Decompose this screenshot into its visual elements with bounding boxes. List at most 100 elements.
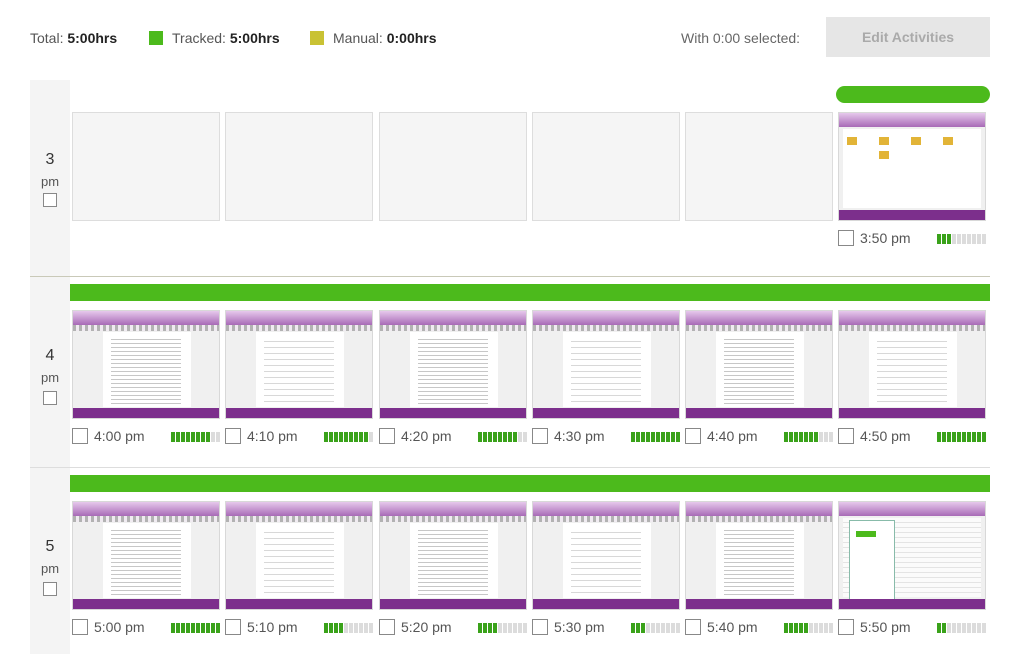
activity-meter-segment <box>498 623 502 633</box>
activity-meter-segment <box>369 432 373 442</box>
taskbar <box>380 408 526 418</box>
activity-meter-segment <box>977 234 981 244</box>
hour-select-checkbox[interactable] <box>43 582 57 596</box>
activity-meter-segment <box>518 623 522 633</box>
document-page <box>103 523 191 598</box>
activity-meter-segment <box>952 234 956 244</box>
screenshot-thumbnail[interactable] <box>532 310 680 419</box>
activity-meter-segment <box>503 432 507 442</box>
screenshot-thumbnail[interactable] <box>379 501 527 610</box>
folder-icon <box>879 137 889 145</box>
activity-meter-segment <box>829 432 833 442</box>
empty-slot <box>532 112 680 221</box>
hour-ampm: pm <box>40 561 60 576</box>
slot-select-checkbox[interactable] <box>225 619 241 635</box>
activity-meter-segment <box>937 623 941 633</box>
activity-meter-segment <box>508 432 512 442</box>
activity-meter-segment <box>369 623 373 633</box>
screenshot-thumbnail[interactable] <box>838 310 986 419</box>
activity-meter-segment <box>364 623 368 633</box>
screenshot-thumbnail[interactable] <box>685 501 833 610</box>
screenshot-thumbnail[interactable] <box>72 310 220 419</box>
slot-select-checkbox[interactable] <box>838 230 854 246</box>
slot-select-checkbox[interactable] <box>532 619 548 635</box>
selection-summary: With 0:00 selected: <box>681 30 801 46</box>
activity-meter-segment <box>824 623 828 633</box>
document-ribbon <box>380 325 526 331</box>
hour-ampm: pm <box>40 370 60 385</box>
hour-ampm: pm <box>40 174 60 189</box>
activity-meter <box>478 432 528 442</box>
window-titlebar <box>839 502 985 516</box>
screenshot-thumbnail[interactable] <box>685 310 833 419</box>
activity-meter-segment <box>201 623 205 633</box>
slot-select-checkbox[interactable] <box>225 428 241 444</box>
edit-activities-button[interactable]: Edit Activities <box>826 17 990 57</box>
document-ribbon <box>226 325 372 331</box>
activity-meter-segment <box>518 432 522 442</box>
document-ribbon <box>73 516 219 522</box>
activity-meter-segment <box>656 623 660 633</box>
slot-select-checkbox[interactable] <box>685 428 701 444</box>
activity-meter-segment <box>191 432 195 442</box>
hour-number: 5 <box>45 538 55 555</box>
slot-select-checkbox[interactable] <box>838 428 854 444</box>
activity-meter <box>631 623 681 633</box>
window-titlebar <box>380 311 526 325</box>
window-titlebar <box>686 311 832 325</box>
activity-meter-segment <box>947 623 951 633</box>
total-summary: Total: 5:00hrs <box>30 30 117 46</box>
activity-meter-segment <box>339 432 343 442</box>
activity-meter-segment <box>809 432 813 442</box>
activity-meter-segment <box>661 623 665 633</box>
activity-meter-segment <box>967 623 971 633</box>
taskbar <box>533 408 679 418</box>
slot-select-checkbox[interactable] <box>72 428 88 444</box>
activity-meter-segment <box>804 623 808 633</box>
activity-meter-segment <box>523 432 527 442</box>
folder-icon <box>879 151 889 159</box>
window-titlebar <box>839 311 985 325</box>
hour-select-checkbox[interactable] <box>43 391 57 405</box>
slot-select-checkbox[interactable] <box>838 619 854 635</box>
window-titlebar <box>226 311 372 325</box>
slot-time: 4:40 pm <box>707 428 758 444</box>
activity-meter-segment <box>957 432 961 442</box>
activity-meter-segment <box>176 432 180 442</box>
activity-meter-segment <box>631 432 635 442</box>
screenshot-thumbnail[interactable] <box>72 501 220 610</box>
activity-meter-segment <box>794 432 798 442</box>
slot-time: 3:50 pm <box>860 230 911 246</box>
screenshot-thumbnail[interactable] <box>225 310 373 419</box>
activity-meter-segment <box>641 623 645 633</box>
document-page <box>256 332 344 407</box>
screenshot-thumbnail[interactable] <box>838 112 986 221</box>
activity-meter-segment <box>508 623 512 633</box>
activity-meter-segment <box>819 432 823 442</box>
activity-meter-segment <box>646 623 650 633</box>
activity-meter-segment <box>329 432 333 442</box>
tracked-legend-swatch <box>149 31 163 45</box>
hour-label: 5 pm <box>30 468 70 654</box>
screenshot-thumbnail[interactable] <box>379 310 527 419</box>
activity-meter-segment <box>349 432 353 442</box>
slot-select-checkbox[interactable] <box>379 428 395 444</box>
activity-meter-segment <box>804 432 808 442</box>
taskbar <box>73 408 219 418</box>
taskbar <box>686 408 832 418</box>
slot-select-checkbox[interactable] <box>379 619 395 635</box>
time-summary-bar: Total: 5:00hrs Tracked: 5:00hrs Manual: … <box>0 0 1020 76</box>
screenshot-thumbnail[interactable] <box>838 501 986 610</box>
screenshot-thumbnail[interactable] <box>532 501 680 610</box>
screenshot-thumbnail[interactable] <box>225 501 373 610</box>
activity-meter-segment <box>656 432 660 442</box>
activity-meter-segment <box>171 623 175 633</box>
slot-select-checkbox[interactable] <box>72 619 88 635</box>
slot-select-checkbox[interactable] <box>685 619 701 635</box>
activity-meter-segment <box>493 623 497 633</box>
activity-meter-segment <box>196 623 200 633</box>
hour-select-checkbox[interactable] <box>43 193 57 207</box>
slot-select-checkbox[interactable] <box>532 428 548 444</box>
activity-meter <box>171 432 221 442</box>
window-titlebar <box>533 502 679 516</box>
